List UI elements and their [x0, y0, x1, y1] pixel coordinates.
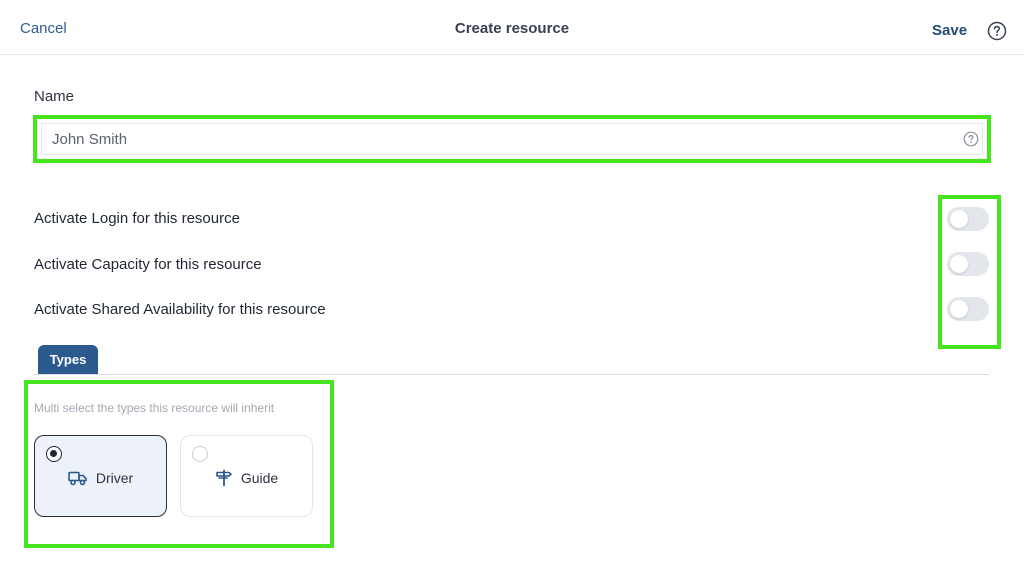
login-toggle[interactable] [947, 207, 989, 231]
shared-availability-toggle-label: Activate Shared Availability for this re… [34, 301, 326, 318]
shared-availability-toggle[interactable] [947, 297, 989, 321]
types-hint: Multi select the types this resource wil… [34, 401, 275, 415]
radio-selected[interactable] [46, 446, 62, 462]
type-option-label: Guide [240, 470, 279, 486]
type-option-label: Driver [95, 470, 134, 486]
capacity-toggle[interactable] [947, 252, 989, 276]
capacity-toggle-label: Activate Capacity for this resource [34, 256, 262, 273]
radio-unselected[interactable] [192, 446, 208, 462]
page-title: Create resource [454, 20, 570, 37]
toggle-knob [950, 255, 968, 273]
truck-icon [68, 470, 88, 486]
save-button[interactable]: Save [932, 22, 967, 39]
field-help-icon[interactable] [963, 131, 979, 147]
name-field-container [33, 115, 991, 163]
type-option-driver[interactable]: Driver [34, 435, 167, 517]
login-toggle-label: Activate Login for this resource [34, 210, 240, 227]
toggle-knob [950, 300, 968, 318]
tab-divider [34, 374, 989, 375]
top-bar: Cancel Create resource Save [0, 0, 1024, 55]
tab-types[interactable]: Types [38, 345, 98, 375]
signpost-icon [215, 469, 233, 487]
type-option-guide[interactable]: Guide [180, 435, 313, 517]
name-input[interactable] [41, 123, 983, 155]
name-label: Name [34, 88, 75, 105]
help-icon[interactable] [987, 21, 1007, 41]
toggle-knob [950, 210, 968, 228]
